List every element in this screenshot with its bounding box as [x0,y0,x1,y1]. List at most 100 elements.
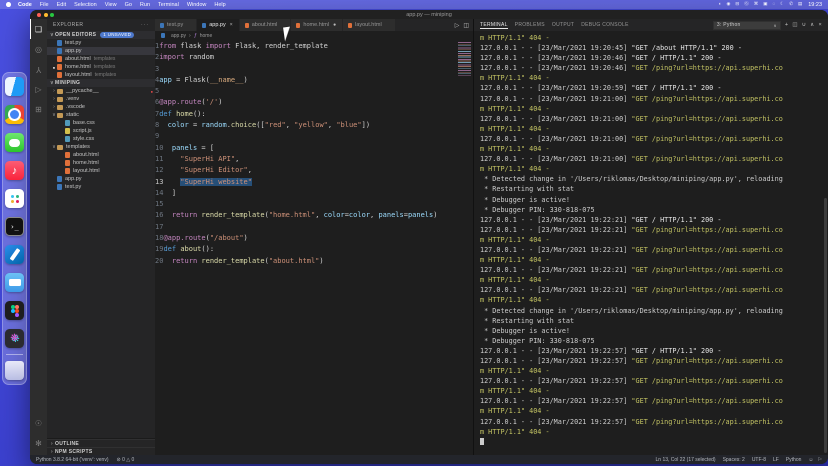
open-editor-item[interactable]: layout.html templates [47,71,155,79]
file-tree-item[interactable]: app.py [47,175,155,183]
run-python-file-icon[interactable]: ▷ [455,22,460,29]
file-tree-item[interactable]: home.html [47,159,155,167]
panel-tab[interactable]: PROBLEMS [515,22,545,28]
file-tree-item[interactable]: › .vscode [47,103,155,111]
menubar-item[interactable]: View [105,2,117,8]
editor-tab[interactable]: home.html ● [291,19,343,31]
split-terminal-icon[interactable]: ◫ [792,22,798,28]
open-editor-item[interactable]: app.py [47,47,155,55]
apple-menu-icon[interactable] [6,2,11,7]
tab-close-icon[interactable]: ● [332,22,337,28]
notifications-bell-icon[interactable]: ⚐ [818,457,822,463]
editor-tab[interactable]: test.py [155,19,197,31]
terminal-selector[interactable]: 3: Python ∨ [713,21,781,30]
menubar-item[interactable]: Run [140,2,150,8]
menubar-item[interactable]: Edit [57,2,66,8]
dock-icon[interactable] [5,361,24,380]
menubar-item[interactable]: Terminal [158,2,179,8]
dock-icon[interactable] [5,161,24,180]
dock-icon[interactable] [6,354,23,355]
dock-icon[interactable] [5,329,24,348]
menubar-status-icon[interactable]: Ⓖ [744,2,749,7]
account-icon[interactable]: ☉ [30,413,47,433]
dock-icon[interactable] [5,77,24,96]
menubar-app-name[interactable]: Code [18,2,32,8]
feedback-smiley-icon[interactable]: ☺ [808,457,813,463]
close-panel-icon[interactable]: × [818,22,822,28]
menubar-status-icon[interactable]: ◉ [726,2,730,7]
breadcrumb[interactable]: app.py › ƒ home [155,31,473,40]
breadcrumb-file[interactable]: app.py [171,33,186,39]
panel-tab[interactable]: OUTPUT [552,22,574,28]
status-bar-item[interactable]: Ln 13, Col 22 (17 selected) [656,457,716,463]
kill-terminal-icon[interactable]: ∪ [802,22,806,28]
menubar-item[interactable]: Selection [74,2,97,8]
menubar-item[interactable]: Help [214,2,225,8]
status-bar-item[interactable]: LF [773,457,779,463]
search-icon[interactable]: ◎ [30,39,47,59]
window-title-bar[interactable]: app.py — miniping [30,10,828,19]
python-interpreter-status[interactable]: Python 3.8.2 64-bit ('venv': venv) [36,457,109,463]
workspace-folder-header[interactable]: ∨ MINIPING [47,79,155,87]
code-editor[interactable]: 1 from flask import Flask, render_templa… [155,40,473,455]
file-tree-item[interactable]: ∨ static [47,111,155,119]
file-tree-item[interactable]: base.css [47,119,155,127]
editor-tab[interactable]: app.py × [197,19,240,31]
menubar-status-icon[interactable]: ▣ [763,2,767,7]
minimap[interactable] [458,42,471,76]
sidebar-section-header[interactable]: › OUTLINE [47,439,155,447]
menubar-status-icon[interactable]: ◌ [772,2,775,7]
menubar-item[interactable]: File [40,2,49,8]
file-tree-item[interactable]: test.py [47,183,155,191]
status-bar-item[interactable]: UTF-8 [752,457,766,463]
dock-icon[interactable] [5,273,24,292]
file-tree-item[interactable]: ∨ templates [47,143,155,151]
file-tree-item[interactable]: script.js [47,127,155,135]
file-tree-item[interactable]: style.css [47,135,155,143]
status-bar-item[interactable]: Spaces: 2 [723,457,745,463]
dock-icon[interactable] [5,217,24,236]
status-bar-item[interactable]: Python [786,457,802,463]
menubar-item[interactable]: Go [125,2,132,8]
file-tree-item[interactable]: › .venv [47,95,155,103]
file-tree-item[interactable]: › __pycache__ ● [47,87,155,95]
dock-icon[interactable] [5,301,24,320]
dock-icon[interactable] [5,245,24,264]
settings-gear-icon[interactable]: ✻ [30,433,47,453]
panel-tab[interactable]: TERMINAL [480,22,508,28]
menubar-status-icon[interactable]: ◐ [719,2,722,7]
terminal-scrollbar[interactable] [824,198,827,453]
run-debug-icon[interactable]: ▷ [30,79,47,99]
file-tree-item[interactable]: about.html [47,151,155,159]
file-tree-item[interactable]: layout.html [47,167,155,175]
terminal-output[interactable]: m HTTP/1.1" 404 - 127.0.0.1 - - [23/Mar/… [474,31,828,455]
open-editor-item[interactable]: test.py [47,39,155,47]
sidebar-more-actions-icon[interactable]: ··· [141,22,149,28]
panel-tab[interactable]: DEBUG CONSOLE [581,22,629,28]
menubar-menus: File Edit Selection View Go Run Terminal Window… [40,2,226,8]
explorer-icon[interactable]: ❏ [30,19,47,39]
dock-icon[interactable] [5,105,24,124]
menubar-clock[interactable]: 19:23 [808,2,822,8]
menubar-status-icon[interactable]: ⌘ [754,2,759,7]
maximize-panel-icon[interactable]: ∧ [810,22,814,28]
dock-icon[interactable] [5,133,24,152]
sidebar-section-header[interactable]: › NPM SCRIPTS [47,447,155,455]
open-editor-item[interactable]: about.html templates [47,55,155,63]
source-control-icon[interactable]: Y [30,59,47,79]
menubar-status-icon[interactable]: ▤ [798,2,802,7]
new-terminal-icon[interactable]: + [785,22,789,28]
extensions-icon[interactable]: ⊞ [30,99,47,119]
open-editor-item[interactable]: ● home.html templates [47,63,155,71]
problems-status[interactable]: ⊘ 0 △ 0 [117,457,135,463]
menubar-item[interactable]: Window [187,2,207,8]
menubar-status-icon[interactable]: ☾ [780,2,784,7]
open-editors-header[interactable]: ∨ OPEN EDITORS 1 UNSAVED [47,31,155,39]
tab-close-icon[interactable]: × [229,22,234,28]
editor-tab[interactable]: layout.html [343,19,396,31]
menubar-status-icon[interactable]: ✆ [789,2,793,7]
breadcrumb-symbol[interactable]: home [200,33,213,39]
split-editor-icon[interactable]: ◫ [463,22,469,29]
dock-icon[interactable] [5,189,24,208]
menubar-status-icon[interactable]: ⊟ [735,2,739,7]
